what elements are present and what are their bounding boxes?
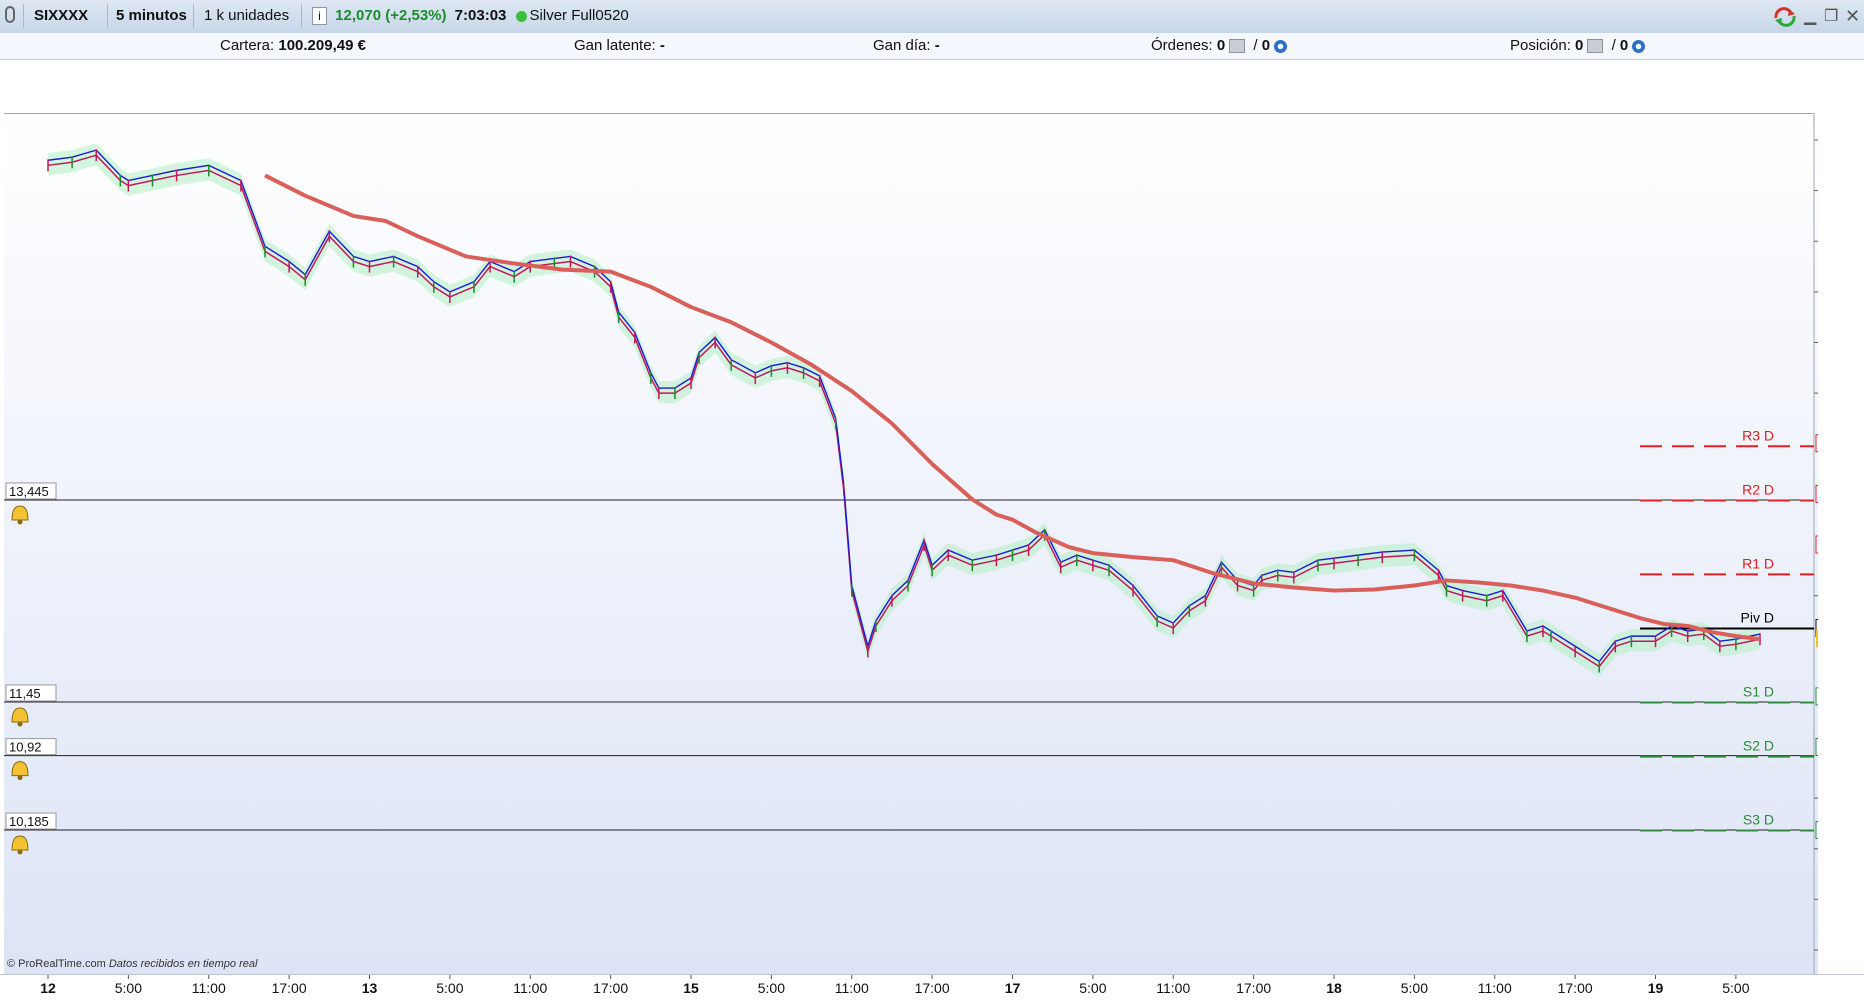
orders-separator: / <box>1253 37 1258 54</box>
x-axis: 12 5:00 11:00 17:00 13 5:00 11:00 17:00 15 5:00 11… <box>0 974 1864 1001</box>
units-label: 1 k unidades <box>204 7 290 24</box>
position-list-icon[interactable] <box>1587 39 1604 54</box>
data-feed-label: Silver Full0520 <box>529 7 629 24</box>
x-tick-label: 11:00 <box>1478 980 1512 996</box>
data-credit: © ProRealTime.com Datos recibidos en tie… <box>7 958 257 970</box>
alert-value-label: 10,185 <box>9 814 49 829</box>
pivot-level-label: S2 D <box>1743 738 1774 754</box>
x-tick-label: 19 <box>1648 980 1664 996</box>
x-tick-label: 5:00 <box>1722 980 1749 996</box>
position-count-2: 0 <box>1619 37 1629 54</box>
chart-toolbar: SIXXXX 5 minutos 1 k unidades i 12,070 (… <box>0 0 1864 44</box>
x-tick-label: 17:00 <box>272 980 307 996</box>
chart-menu-icon[interactable] <box>0 4 24 28</box>
level-price-box <box>1815 535 1861 554</box>
x-tick-label: 17:00 <box>915 980 950 996</box>
x-tick-label: 13 <box>362 980 378 996</box>
symbol-label: SIXXXX <box>34 7 89 24</box>
pivot-level-label: R3 D <box>1742 427 1774 443</box>
position-info: Posición: 0 / 0 <box>1510 37 1646 54</box>
alert-value-label: 10,92 <box>9 740 42 755</box>
timeframe-label: 5 minutos <box>116 7 187 24</box>
portfolio-value: 100.209,49 € <box>278 37 366 54</box>
indicator-pane <box>4 60 1814 114</box>
close-icon[interactable]: ✕ <box>1845 6 1860 27</box>
x-tick-label: 5:00 <box>1401 980 1428 996</box>
x-tick-label: 17:00 <box>1558 980 1593 996</box>
credit-note: Datos recibidos en tiempo real <box>108 958 258 970</box>
alert-value-label: 13,445 <box>9 484 49 499</box>
price-chart-svg: 13,445 11,45 10,92 10,185 R3 D R2 D R1 D Piv D S… <box>4 114 1861 974</box>
position-count: 0 <box>1575 37 1584 54</box>
refresh-icon[interactable] <box>1772 6 1798 33</box>
price-chart[interactable]: 13,445 11,45 10,92 10,185 R3 D R2 D R1 D Piv D S… <box>4 114 1861 974</box>
x-tick-label: 5:00 <box>1079 980 1106 996</box>
x-tick-label: 5:00 <box>115 980 142 996</box>
daily-value: - <box>934 37 940 54</box>
account-info-bar: Cartera: 100.209,49 € Gan latente: - Gan… <box>0 33 1864 60</box>
info-icon[interactable]: i <box>312 7 327 26</box>
x-tick-label: 17:00 <box>1236 980 1271 996</box>
units-selector[interactable]: 1 k unidades <box>198 4 302 44</box>
level-price-box <box>1815 738 1861 756</box>
pivot-level-label: R2 D <box>1742 481 1774 497</box>
timeframe-selector[interactable]: 5 minutos <box>110 4 194 44</box>
level-price-box <box>1815 687 1861 706</box>
symbol-selector[interactable]: SIXXXX <box>28 4 108 44</box>
portfolio-label: Cartera: <box>220 37 275 54</box>
x-tick-label: 11:00 <box>1156 980 1190 996</box>
last-quote: 12,070 (+2,53%) <box>335 7 447 24</box>
x-tick-label: 11:00 <box>835 980 869 996</box>
daily-gain-info: Gan día: - <box>873 37 940 54</box>
level-price-box <box>1815 484 1861 503</box>
x-tick-label: 12 <box>40 980 56 996</box>
alert-value-label: 11,45 <box>9 686 41 701</box>
daily-label: Gan día: <box>873 37 931 54</box>
position-separator: / <box>1611 37 1616 54</box>
orders-count-pending: 0 <box>1261 37 1271 54</box>
x-tick-label: 18 <box>1326 980 1342 996</box>
unrealized-value: - <box>659 37 665 54</box>
x-tick-label: 11:00 <box>513 980 547 996</box>
x-axis-svg: 12 5:00 11:00 17:00 13 5:00 11:00 17:00 15 5:00 11… <box>40 975 1750 996</box>
orders-label: Órdenes: <box>1151 37 1213 54</box>
orders-count: 0 <box>1216 37 1226 54</box>
pivot-level-label: Piv D <box>1741 610 1774 626</box>
position-label: Posición: <box>1510 37 1571 54</box>
pivot-level-label: S3 D <box>1743 812 1774 828</box>
credit-source: © ProRealTime.com <box>7 958 106 970</box>
minimize-icon[interactable]: ▁ <box>1804 6 1816 26</box>
x-tick-label: 17 <box>1005 980 1021 996</box>
feed-status-icon <box>515 10 527 22</box>
unrealized-label: Gan latente: <box>574 37 656 54</box>
quote-time: 7:03:03 <box>454 7 507 24</box>
orders-info: Órdenes: 0 / 0 <box>1151 37 1288 54</box>
orders-list-icon[interactable] <box>1229 39 1246 54</box>
x-tick-label: 11:00 <box>192 980 226 996</box>
pivot-level-label: R1 D <box>1742 555 1774 571</box>
portfolio-info: Cartera: 100.209,49 € <box>220 37 366 54</box>
gear-icon[interactable] <box>1274 39 1288 53</box>
x-tick-label: 15 <box>683 980 699 996</box>
level-price-box <box>1815 434 1861 453</box>
pivot-level-label: S1 D <box>1743 683 1774 699</box>
gear-icon[interactable] <box>1632 39 1646 53</box>
quote-display: i 12,070 (+2,53%) 7:03:03 Silver Full052… <box>306 4 726 28</box>
unrealized-info: Gan latente: - <box>574 37 665 54</box>
x-tick-label: 17:00 <box>593 980 628 996</box>
level-price-box <box>1815 821 1861 840</box>
x-tick-label: 5:00 <box>436 980 463 996</box>
plot-background <box>4 114 1818 974</box>
current-price-marker <box>1816 630 1860 648</box>
x-tick-label: 5:00 <box>758 980 785 996</box>
restore-icon[interactable]: ❐ <box>1824 6 1838 26</box>
